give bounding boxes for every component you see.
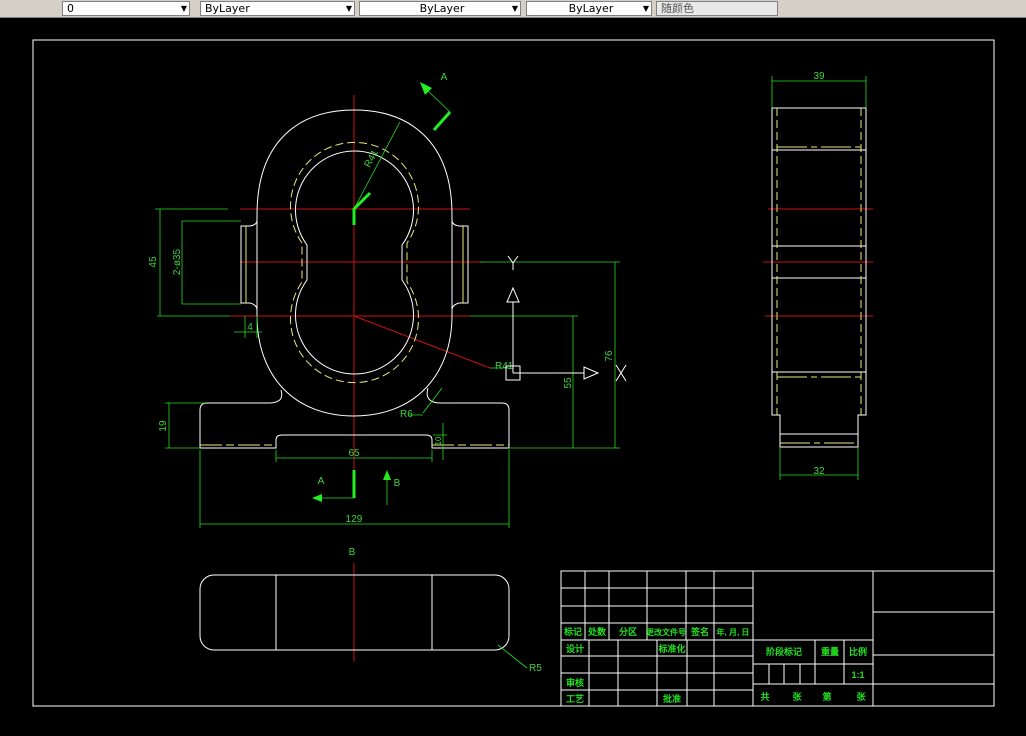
- design-label: 设计: [566, 643, 584, 654]
- chevron-down-icon: ▼: [345, 4, 352, 13]
- chevron-down-icon: ▼: [511, 4, 518, 13]
- scale-label: 比例: [849, 646, 867, 657]
- lineweight-value: ByLayer: [568, 2, 614, 15]
- chevron-down-icon: ▼: [180, 4, 187, 13]
- lineweight-dropdown[interactable]: ByLayer ▼: [526, 1, 652, 16]
- dim-19: 19: [158, 420, 169, 432]
- stage-mark-label: 阶段标记: [766, 646, 802, 657]
- standardization-label: 标准化: [657, 643, 685, 654]
- radius-r5: R5: [529, 663, 542, 674]
- color-value: ByLayer: [205, 2, 250, 15]
- dim-55: 55: [563, 377, 574, 389]
- radius-fillet: R6: [400, 409, 413, 420]
- header-change-doc: 更改文件号: [646, 627, 686, 637]
- plotstyle-value: 随颜色: [661, 2, 694, 15]
- dim-width: 39: [813, 71, 825, 82]
- properties-toolbar: 0 ▼ ByLayer ▼ ByLayer ▼ ByLayer ▼ 随颜色: [0, 0, 1026, 18]
- section-label-bottom: A: [318, 476, 325, 487]
- approve-label: 批准: [663, 693, 681, 704]
- dim-45: 45: [148, 256, 159, 268]
- color-dropdown[interactable]: ByLayer ▼: [200, 1, 355, 16]
- dim-holes: 2-ø35: [172, 249, 183, 276]
- dim-76: 76: [604, 350, 615, 362]
- dim-10: 10: [434, 436, 443, 445]
- linetype-value: ByLayer: [419, 2, 465, 15]
- layer-dropdown[interactable]: 0 ▼: [62, 1, 190, 16]
- header-date: 年, 月, 日: [717, 627, 750, 637]
- header-mark: 标记: [563, 626, 582, 637]
- sheets-label-1: 张: [792, 691, 802, 702]
- section-label-top: A: [441, 72, 448, 83]
- total-label: 共: [760, 691, 769, 702]
- header-zone: 分区: [619, 626, 637, 637]
- sheets-label-2: 张: [856, 691, 866, 702]
- dim-4: 4: [247, 322, 253, 333]
- process-label: 工艺: [566, 693, 584, 704]
- header-count: 处数: [587, 626, 607, 637]
- dim-129: 129: [346, 514, 363, 525]
- nth-label: 第: [822, 691, 831, 702]
- scale-value: 1:1: [851, 670, 864, 680]
- drawing-canvas[interactable]: 45 2-ø35 4 19 65 10 129 R6 R41 R41 55 76…: [0, 10, 1026, 736]
- review-label: 审核: [566, 677, 584, 688]
- layer-value: 0: [67, 2, 74, 15]
- chevron-down-icon: ▼: [642, 4, 649, 13]
- dim-base: 32: [813, 466, 825, 477]
- view-arrow-label: B: [394, 478, 401, 489]
- plotstyle-dropdown[interactable]: 随颜色: [656, 1, 778, 16]
- header-signature: 签名: [690, 626, 709, 637]
- weight-label: 重量: [821, 646, 839, 657]
- bottom-view-label: B: [349, 547, 356, 558]
- linetype-dropdown[interactable]: ByLayer ▼: [359, 1, 521, 16]
- dim-65: 65: [348, 448, 360, 459]
